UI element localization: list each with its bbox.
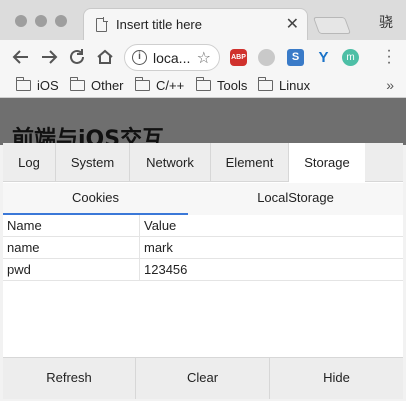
document-icon	[96, 17, 108, 32]
column-header-name: Name	[3, 215, 140, 236]
folder-icon	[15, 77, 31, 91]
column-header-value: Value	[144, 218, 177, 233]
extension-icon[interactable]	[258, 49, 275, 66]
cookie-value-cell: 123456	[144, 262, 188, 277]
browser-tab[interactable]: Insert title here ✕	[83, 8, 308, 40]
bookmark-folder-other[interactable]: Other	[69, 77, 124, 93]
minimize-window-button[interactable]	[35, 15, 47, 27]
table-row[interactable]: name mark	[3, 237, 403, 259]
profile-button[interactable]: 骁	[379, 12, 393, 32]
extension-icon[interactable]: Y	[315, 49, 332, 66]
browser-toolbar: i loca... ☆ ABP S Y m · · ·	[0, 40, 406, 75]
bookmarks-overflow-icon[interactable]: »	[386, 77, 394, 93]
cookie-name-cell: pwd	[3, 259, 140, 280]
page-viewport: 前端与iOS交互 Log System Network Element Stor…	[0, 98, 406, 401]
bookmark-star-icon[interactable]: ☆	[197, 48, 211, 68]
console-footer: Refresh Clear Hide	[3, 357, 403, 399]
tab-network[interactable]: Network	[130, 143, 211, 182]
console-tabs: Log System Network Element Storage	[3, 143, 403, 182]
browser-window: Insert title here ✕ 骁 i loca... ☆ ABP S …	[0, 0, 406, 401]
folder-icon	[134, 77, 150, 91]
bookmark-folder-tools[interactable]: Tools	[195, 77, 248, 93]
back-arrow-icon[interactable]	[10, 46, 32, 68]
new-tab-button[interactable]	[312, 17, 352, 34]
console-panel: Log System Network Element Storage Cooki…	[3, 143, 403, 399]
cookie-value-cell: mark	[144, 240, 173, 255]
home-icon[interactable]	[94, 46, 116, 68]
tab-title: Insert title here	[116, 17, 202, 32]
tab-strip: Insert title here ✕ 骁	[0, 0, 406, 40]
folder-icon	[195, 77, 211, 91]
bookmark-label: Other	[91, 78, 124, 93]
bookmark-label: Linux	[279, 78, 311, 93]
extension-icon[interactable]: S	[287, 49, 304, 66]
close-window-button[interactable]	[15, 15, 27, 27]
bookmark-folder-cpp[interactable]: C/++	[134, 77, 185, 93]
reload-icon[interactable]	[66, 46, 88, 68]
address-bar[interactable]: i loca... ☆	[124, 44, 220, 71]
more-menu-icon[interactable]: · · ·	[386, 43, 392, 71]
clear-button[interactable]: Clear	[136, 358, 270, 399]
tab-localstorage[interactable]: LocalStorage	[188, 183, 403, 215]
bookmark-label: C/++	[156, 78, 185, 93]
storage-sub-tabs: Cookies LocalStorage	[3, 183, 403, 215]
tab-system[interactable]: System	[56, 143, 130, 182]
table-row[interactable]: pwd 123456	[3, 259, 403, 281]
extension-icon[interactable]: m	[342, 49, 359, 66]
table-header-row: Name Value	[3, 215, 403, 237]
folder-icon	[69, 77, 85, 91]
tab-log[interactable]: Log	[3, 143, 56, 182]
tab-storage[interactable]: Storage	[289, 143, 365, 182]
bookmark-label: iOS	[37, 78, 59, 93]
hide-button[interactable]: Hide	[270, 358, 403, 399]
forward-arrow-icon[interactable]	[38, 46, 60, 68]
maximize-window-button[interactable]	[55, 15, 67, 27]
cookie-name-cell: name	[3, 237, 140, 258]
bookmark-folder-linux[interactable]: Linux	[257, 77, 311, 93]
tab-cookies[interactable]: Cookies	[3, 183, 188, 215]
bookmarks-bar: iOS Other C/++ Tools Linux »	[0, 75, 406, 98]
bookmark-folder-ios[interactable]: iOS	[15, 77, 59, 93]
info-icon[interactable]: i	[132, 50, 147, 65]
page-title: 前端与iOS交互	[12, 127, 165, 145]
folder-icon	[257, 77, 273, 91]
storage-table: Name Value name mark pwd 123456	[3, 215, 403, 281]
page-header: 前端与iOS交互	[0, 98, 406, 145]
address-url: loca...	[153, 49, 191, 66]
tab-element[interactable]: Element	[211, 143, 289, 182]
refresh-button[interactable]: Refresh	[3, 358, 136, 399]
bookmark-label: Tools	[217, 78, 248, 93]
adblock-extension-icon[interactable]: ABP	[230, 49, 247, 66]
tab-close-icon[interactable]: ✕	[286, 16, 299, 33]
